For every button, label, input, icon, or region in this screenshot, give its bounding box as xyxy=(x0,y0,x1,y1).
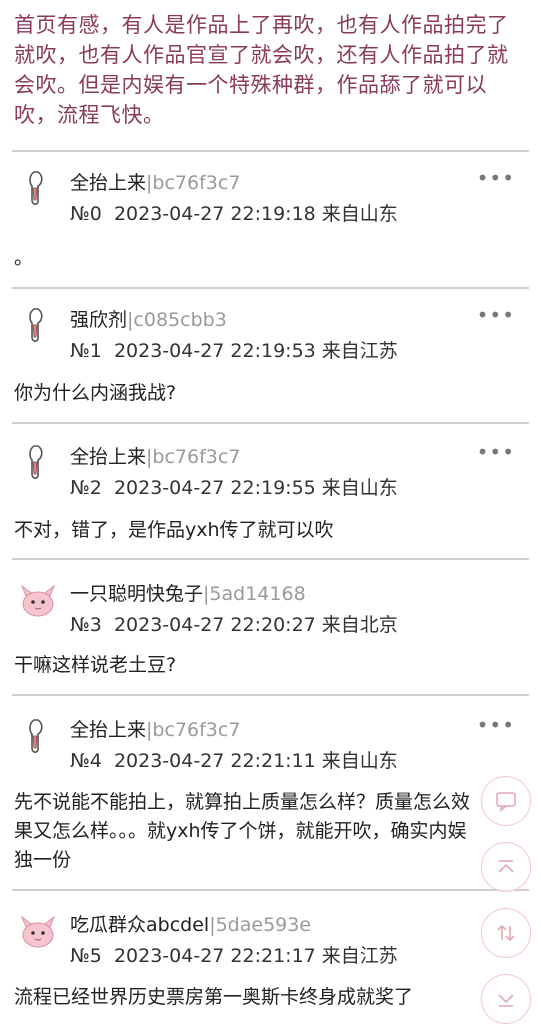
scroll-bottom-button[interactable] xyxy=(481,974,531,1024)
avatar[interactable] xyxy=(16,166,60,210)
post-location: 来自江苏 xyxy=(321,340,398,362)
pink-creature-avatar-icon xyxy=(20,584,56,617)
sketch-avatar-icon xyxy=(29,171,43,205)
sketch-avatar-icon xyxy=(29,719,43,753)
avatar[interactable] xyxy=(16,303,60,347)
author-name[interactable]: 全抬上来 xyxy=(70,446,146,468)
divider xyxy=(12,150,529,152)
author-uid: 5dae593e xyxy=(215,914,312,936)
post-datetime: 2023-04-27 22:19:18 xyxy=(113,203,316,225)
comment-icon xyxy=(496,792,516,813)
post-meta: №4 2023-04-27 22:21:11 来自山东 xyxy=(70,746,398,773)
post-location: 来自江苏 xyxy=(321,945,398,967)
author-name[interactable]: 一只聪明快兔子 xyxy=(70,583,203,605)
refresh-icon xyxy=(497,924,515,942)
pink-creature-avatar-icon xyxy=(20,915,56,948)
post-meta: №3 2023-04-27 22:20:27 来自北京 xyxy=(70,610,398,637)
post-content: 不对，错了，是作品yxh传了就可以吹 xyxy=(14,519,334,541)
post-location: 来自山东 xyxy=(321,477,398,499)
post-content: 你为什么内涵我战? xyxy=(14,382,177,404)
post-location: 来自山东 xyxy=(321,203,398,225)
divider xyxy=(12,558,529,560)
post-location: 来自山东 xyxy=(321,750,398,772)
post-datetime: 2023-04-27 22:19:55 xyxy=(113,477,316,499)
post-datetime: 2023-04-27 22:20:27 xyxy=(113,614,316,636)
post-location: 来自北京 xyxy=(321,614,398,636)
post-datetime: 2023-04-27 22:21:17 xyxy=(113,945,316,967)
scroll-bottom-icon xyxy=(498,994,514,1007)
floor-number: №0 xyxy=(70,203,102,225)
author-name-line[interactable]: 吃瓜群众abcdel|5dae593e xyxy=(70,910,311,937)
author-uid: bc76f3c7 xyxy=(152,719,241,741)
avatar[interactable] xyxy=(16,714,60,758)
more-options-icon[interactable]: ••• xyxy=(477,713,515,737)
floor-number: №1 xyxy=(70,340,102,362)
author-uid: c085cbb3 xyxy=(133,309,227,331)
author-name-line[interactable]: 全抬上来|bc76f3c7 xyxy=(70,168,240,195)
avatar[interactable] xyxy=(16,578,60,622)
author-uid: bc76f3c7 xyxy=(152,172,241,194)
more-options-icon[interactable]: ••• xyxy=(477,303,515,327)
refresh-button[interactable] xyxy=(481,908,531,958)
scroll-top-button[interactable] xyxy=(481,842,531,892)
author-uid: 5ad14168 xyxy=(209,583,306,605)
post-meta: №5 2023-04-27 22:21:17 来自江苏 xyxy=(70,941,398,968)
author-name-line[interactable]: 全抬上来|bc76f3c7 xyxy=(70,442,240,469)
floor-number: №2 xyxy=(70,477,102,499)
divider xyxy=(12,287,529,289)
post-content: 。 xyxy=(14,247,34,269)
post-content: 流程已经世界历史票房第一奥斯卡终身成就奖了 xyxy=(14,986,414,1008)
sketch-avatar-icon xyxy=(29,308,43,342)
scroll-top-icon xyxy=(498,860,514,873)
post-datetime: 2023-04-27 22:21:11 xyxy=(113,750,316,772)
author-name[interactable]: 全抬上来 xyxy=(70,172,146,194)
author-uid: bc76f3c7 xyxy=(152,446,241,468)
divider xyxy=(12,422,529,424)
post-meta: №2 2023-04-27 22:19:55 来自山东 xyxy=(70,473,398,500)
author-name[interactable]: 吃瓜群众abcdel xyxy=(70,914,209,936)
post-meta: №0 2023-04-27 22:19:18 来自山东 xyxy=(70,199,398,226)
author-name-line[interactable]: 一只聪明快兔子|5ad14168 xyxy=(70,579,306,606)
floor-number: №3 xyxy=(70,614,102,636)
more-options-icon[interactable]: ••• xyxy=(477,440,515,464)
avatar[interactable] xyxy=(16,909,60,953)
sketch-avatar-icon xyxy=(29,445,43,479)
floor-number: №4 xyxy=(70,750,102,772)
more-options-icon[interactable]: ••• xyxy=(477,166,515,190)
floor-number: №5 xyxy=(70,945,102,967)
post-content: 先不说能不能拍上，就算拍上质量怎么样？质量怎么效果又怎么样。。。就yxh传了个饼… xyxy=(14,791,471,871)
author-name-line[interactable]: 全抬上来|bc76f3c7 xyxy=(70,715,240,742)
author-name[interactable]: 强欣剂 xyxy=(70,309,127,331)
avatar[interactable] xyxy=(16,440,60,484)
thread-intro-text: 首页有感，有人是作品上了再吹，也有人作品拍完了就吹，也有人作品官宣了就会吹，还有… xyxy=(14,13,509,127)
post-datetime: 2023-04-27 22:19:53 xyxy=(113,340,316,362)
author-name-line[interactable]: 强欣剂|c085cbb3 xyxy=(70,305,227,332)
comment-button[interactable] xyxy=(481,776,531,826)
author-name[interactable]: 全抬上来 xyxy=(70,719,146,741)
post-content: 干嘛这样说老土豆? xyxy=(14,654,177,676)
divider xyxy=(12,889,529,891)
divider xyxy=(12,694,529,696)
post-meta: №1 2023-04-27 22:19:53 来自江苏 xyxy=(70,336,398,363)
